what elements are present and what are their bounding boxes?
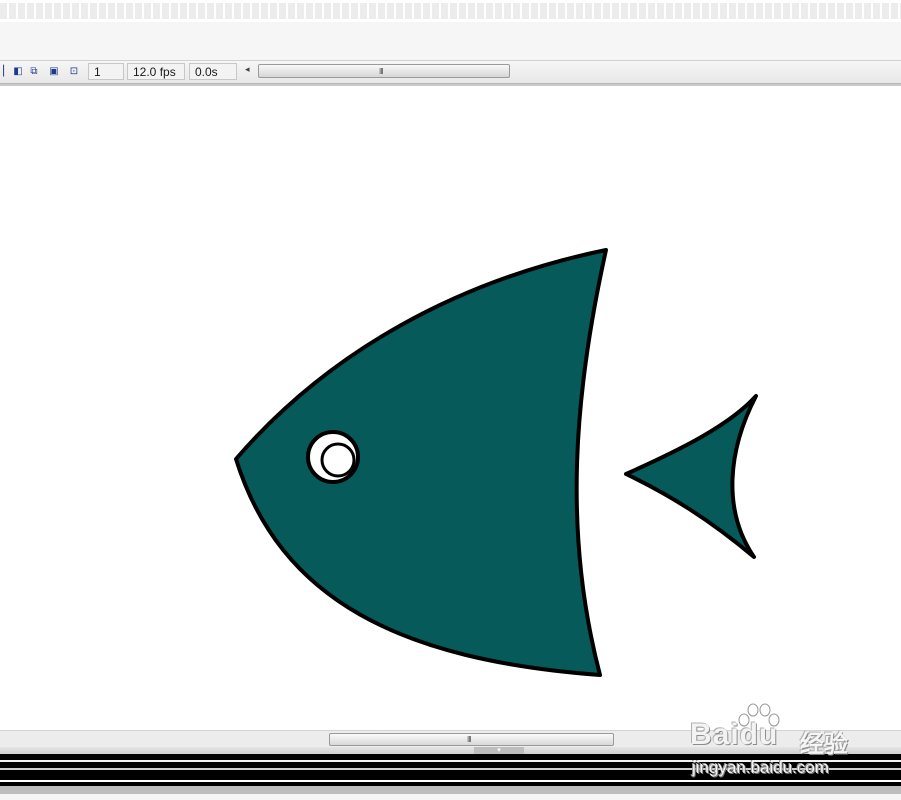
stage-scroll-thumb[interactable]: III <box>329 733 614 746</box>
fish-eye-inner <box>320 442 356 478</box>
watermark-brand: Baidu <box>690 718 779 751</box>
fish-tail[interactable] <box>624 394 758 559</box>
fish-body[interactable] <box>234 248 608 677</box>
collapse-panel-arrow-icon[interactable]: ▾ <box>474 747 524 754</box>
stage-canvas[interactable] <box>0 86 901 730</box>
fish-eye[interactable] <box>306 430 360 484</box>
scroll-grip-icon: III <box>467 735 472 744</box>
watermark-brand-cn: 经验 <box>800 731 848 758</box>
baidu-jingyan-watermark: Baidu 经验 jingyan.baidu.com <box>690 700 890 780</box>
fish-drawing <box>234 248 758 677</box>
watermark-url: jingyan.baidu.com <box>692 758 830 777</box>
